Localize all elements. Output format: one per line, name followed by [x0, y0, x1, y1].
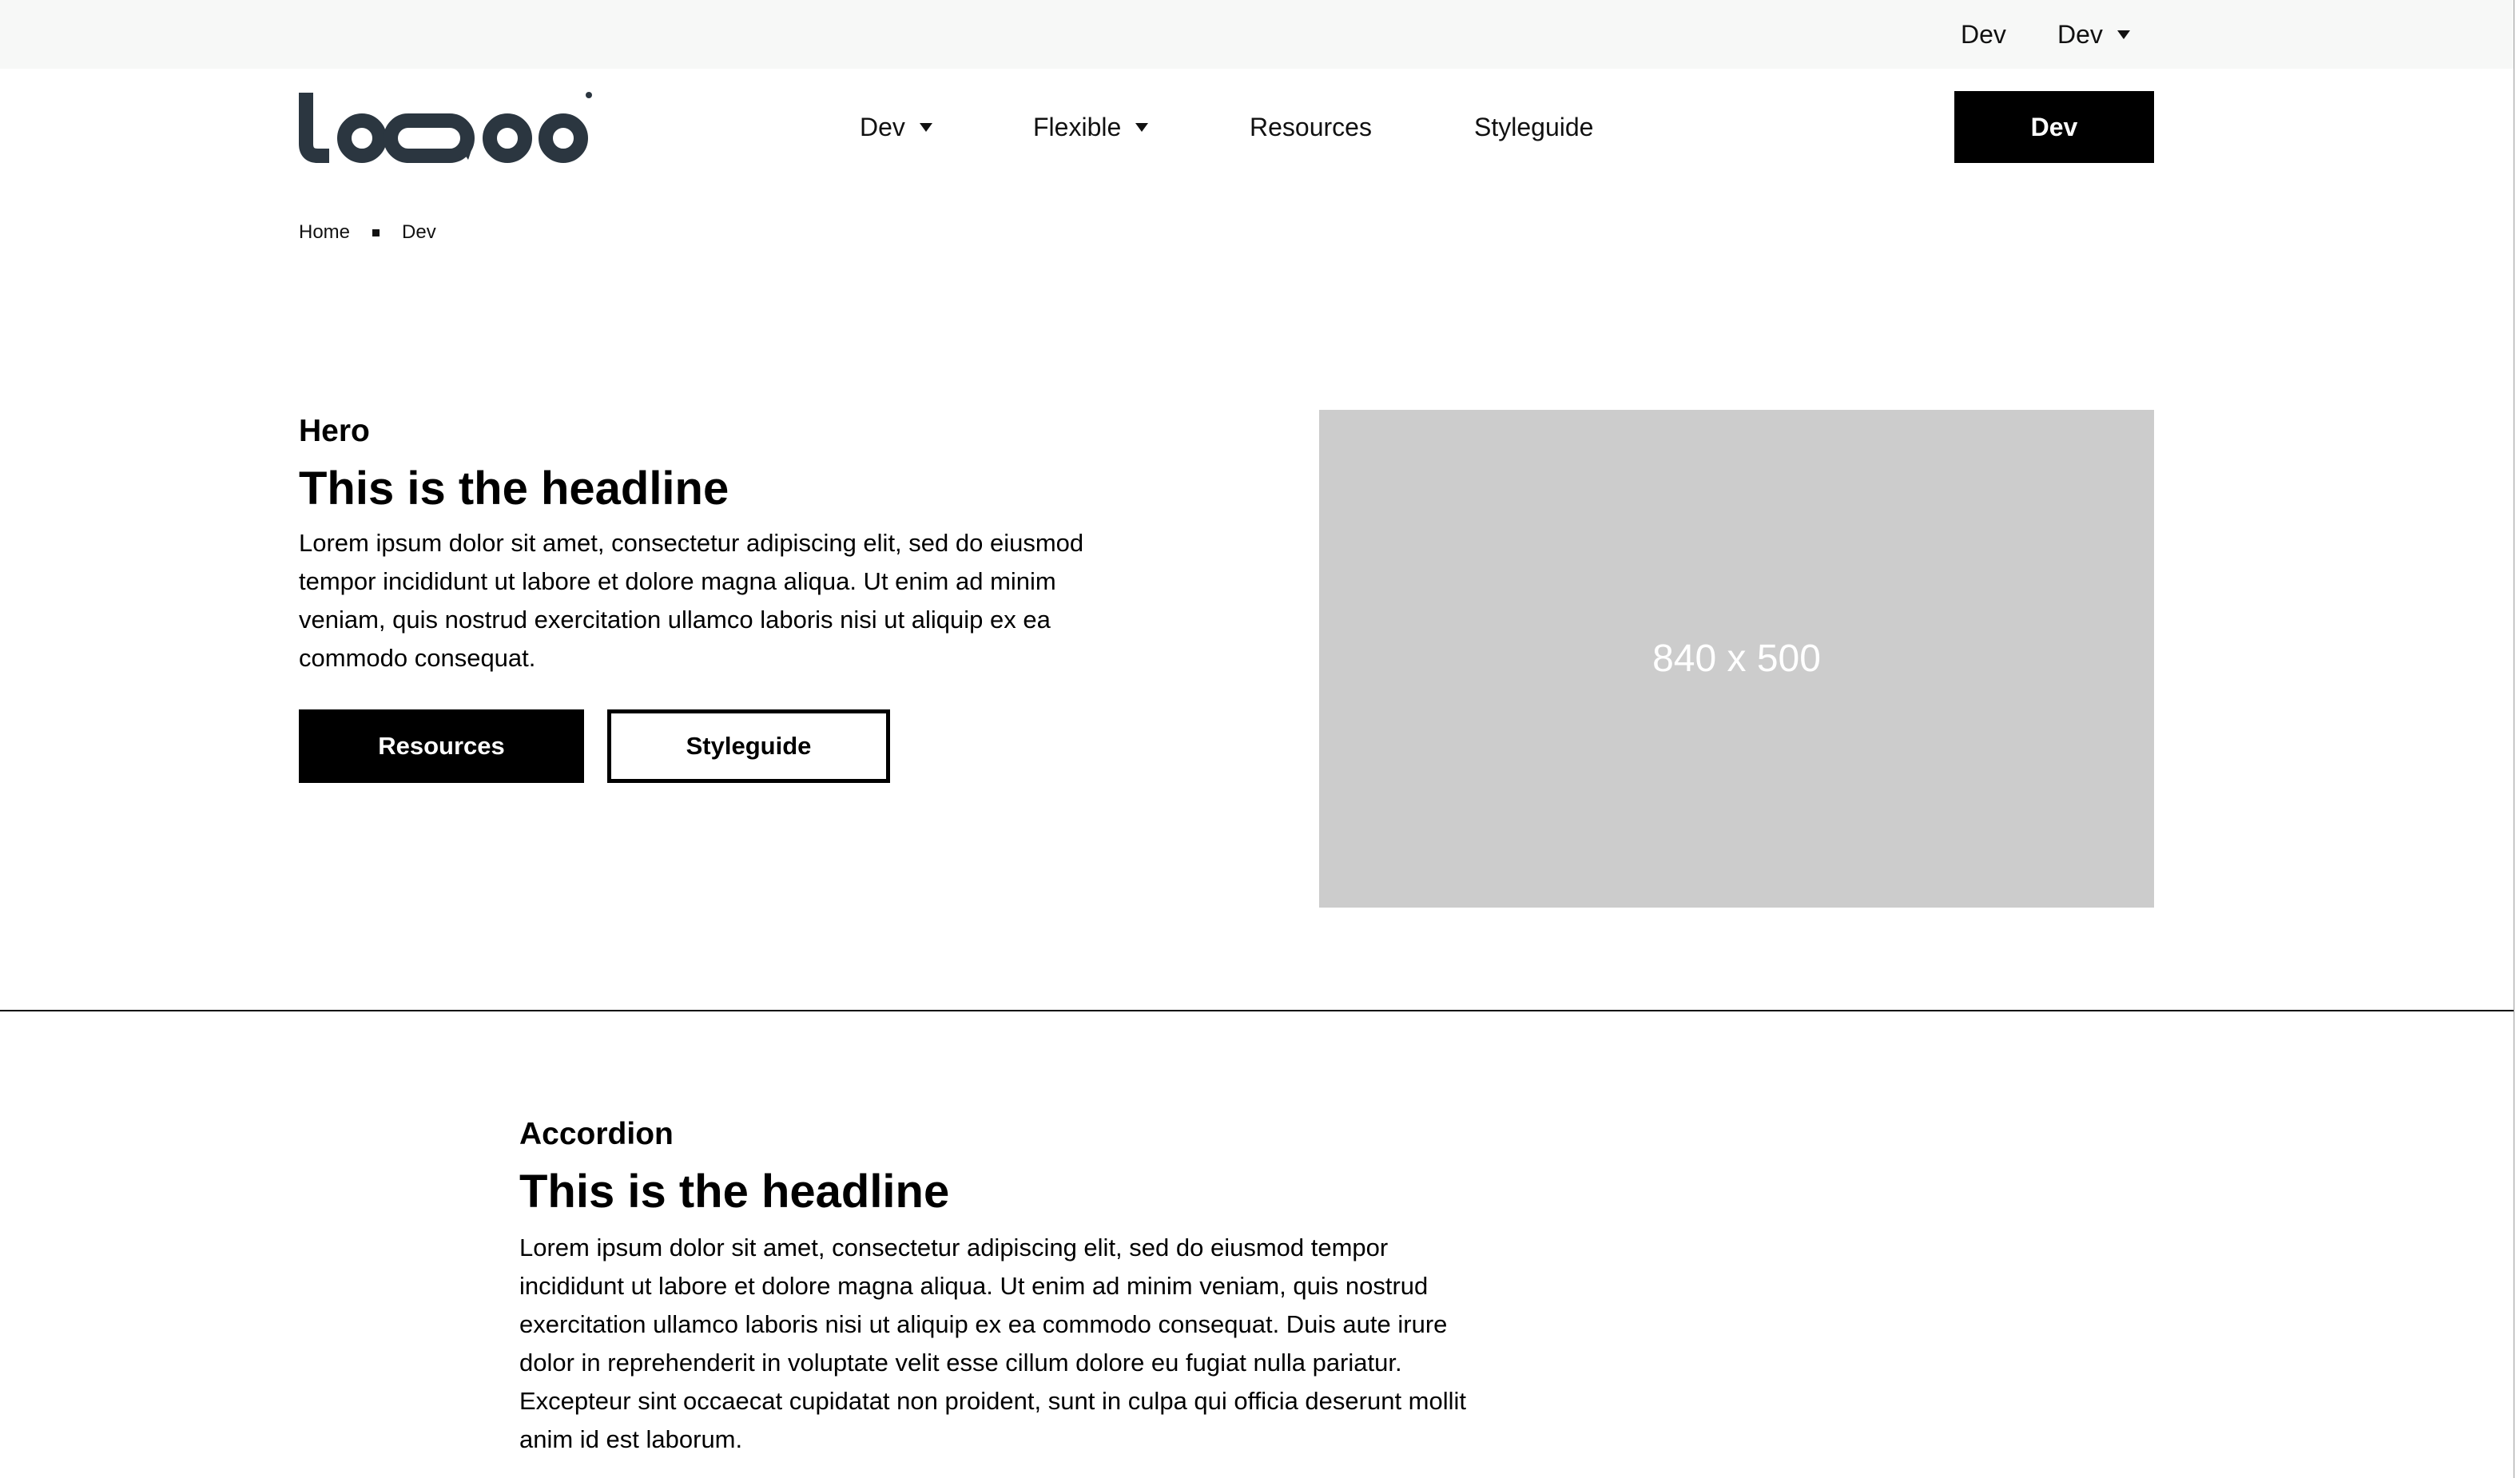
hero-image-placeholder: 840 x 500 — [1319, 410, 2154, 908]
nav-item-label: Resources — [1250, 112, 1372, 141]
logo-icon — [299, 92, 592, 163]
hero-styleguide-button[interactable]: Styleguide — [607, 709, 890, 783]
utility-link-label: Dev — [1961, 19, 2006, 49]
header-cta-button[interactable]: Dev — [1954, 91, 2154, 163]
utility-dropdown-label: Dev — [2057, 19, 2103, 49]
accordion-body: Lorem ipsum dolor sit amet, consectetur … — [519, 1234, 1467, 1453]
site-logo[interactable] — [299, 89, 594, 163]
breadcrumb: Home Dev — [299, 219, 436, 246]
nav-item-label: Dev — [860, 112, 905, 141]
square-bullet-icon — [372, 228, 380, 236]
section-divider — [0, 1010, 2520, 1011]
window-edge — [2514, 0, 2520, 1478]
utility-link-dev[interactable]: Dev — [1961, 0, 2006, 69]
nav-item-flexible[interactable]: Flexible — [1033, 94, 1149, 160]
hero-body: Lorem ipsum dolor sit amet, consectetur … — [299, 529, 1084, 672]
hero-resources-button[interactable]: Resources — [299, 709, 584, 783]
utility-dropdown-dev[interactable]: Dev — [2057, 0, 2130, 69]
accordion-eyebrow: Accordion — [519, 1117, 674, 1151]
accordion-headline: This is the headline — [519, 1166, 950, 1218]
breadcrumb-home[interactable]: Home — [299, 221, 350, 244]
nav-item-styleguide[interactable]: Styleguide — [1474, 94, 1593, 160]
page: Dev Dev Dev Flexible Resources Styleguid… — [0, 0, 2520, 1478]
hero-headline: This is the headline — [299, 463, 729, 515]
utility-bar: Dev Dev — [0, 0, 2520, 69]
breadcrumb-current: Dev — [402, 221, 436, 243]
image-placeholder-label: 840 x 500 — [1652, 638, 1821, 680]
caret-down-icon — [919, 122, 932, 132]
nav-item-label: Flexible — [1033, 112, 1122, 141]
hero-eyebrow: Hero — [299, 414, 370, 448]
nav-item-dev[interactable]: Dev — [860, 94, 932, 160]
nav-item-label: Styleguide — [1474, 112, 1594, 141]
caret-down-icon — [1135, 122, 1149, 132]
caret-down-icon — [2117, 30, 2130, 39]
nav-item-resources[interactable]: Resources — [1250, 94, 1372, 160]
